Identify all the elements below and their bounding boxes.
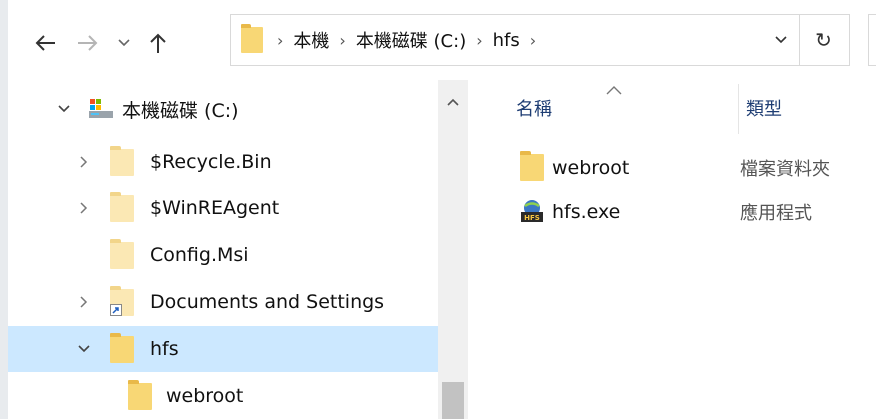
forward-button[interactable] [73,28,103,58]
chevron-right-icon[interactable] [74,292,94,312]
column-header-type[interactable]: 類型 [746,80,782,136]
address-bar[interactable]: › 本機 › 本機磁碟 (C:) › hfs › [230,14,800,66]
file-name: hfs.exe [552,201,621,223]
tree-item-label: Config.Msi [150,244,249,266]
breadcrumb: › 本機 › 本機磁碟 (C:) › hfs › [241,15,536,65]
tree-item-label: webroot [166,385,244,407]
navigation-toolbar: › 本機 › 本機磁碟 (C:) › hfs › ↻ [8,0,876,80]
address-history-button[interactable] [761,15,801,65]
column-divider[interactable] [738,84,739,134]
folder-icon [110,333,134,363]
folder-icon [110,239,134,269]
column-header-label: 類型 [746,99,782,120]
folder-icon [128,380,152,410]
file-row-webroot[interactable]: webroot 檔案資料夾 [520,150,870,186]
folder-icon [241,24,263,53]
tree-item-label: $Recycle.Bin [150,151,272,173]
sort-ascending-icon [606,86,622,95]
chevron-down-icon[interactable] [54,99,74,119]
tree-item-winreagent[interactable]: $WinREAgent [8,185,438,231]
tree-item-recycle-bin[interactable]: $Recycle.Bin [8,139,438,185]
tree-item-webroot[interactable]: webroot [8,373,438,419]
breadcrumb-this-pc[interactable]: 本機 [293,27,329,53]
refresh-icon: ↻ [815,28,832,52]
back-button[interactable] [30,28,60,58]
tree-item-config-msi[interactable]: Config.Msi [8,232,438,278]
folder-icon [520,151,544,181]
up-button[interactable] [143,28,173,58]
file-type: 檔案資料夾 [740,159,830,180]
breadcrumb-local-disk[interactable]: 本機磁碟 (C:) [356,27,466,53]
tree-item-hfs[interactable]: hfs [8,326,438,372]
folder-icon [110,146,134,176]
file-list-pane: 名稱 類型 webroot 檔案資料夾 HFS hfs.exe 應用程式 [468,80,876,419]
column-header-label: 名稱 [516,99,552,120]
recent-locations-button[interactable] [114,28,134,58]
folder-icon [110,192,134,222]
navigation-pane: 本機磁碟 (C:) $Recycle.Bin $WinREAgent Confi… [8,80,468,419]
file-explorer-window: › 本機 › 本機磁碟 (C:) › hfs › ↻ 本機磁碟 (C:) $Re… [8,0,876,419]
column-header-name[interactable]: 名稱 [516,80,552,136]
file-type: 應用程式 [740,203,812,224]
file-name: webroot [552,157,630,179]
scroll-thumb[interactable] [442,382,464,419]
tree-item-label: Documents and Settings [150,291,385,313]
chevron-down-icon [118,39,130,47]
search-box[interactable] [868,14,876,66]
shortcut-folder-icon [110,286,134,316]
chevron-right-icon[interactable] [74,152,94,172]
arrow-left-icon [35,35,55,51]
drive-icon [88,98,114,125]
scroll-up-button[interactable] [438,92,468,112]
arrow-up-icon [150,33,166,53]
tree-item-local-disk[interactable]: 本機磁碟 (C:) [8,86,438,132]
breadcrumb-separator: › [277,30,284,50]
file-row-hfs-exe[interactable]: HFS hfs.exe 應用程式 [520,194,870,230]
chevron-right-icon[interactable] [74,198,94,218]
navigation-scrollbar[interactable] [438,80,468,419]
breadcrumb-hfs[interactable]: hfs [493,30,520,51]
svg-text:HFS: HFS [524,214,540,222]
breadcrumb-separator[interactable]: › [530,31,536,50]
tree-item-label: $WinREAgent [150,197,280,219]
tree-item-documents-and-settings[interactable]: Documents and Settings [8,279,438,325]
breadcrumb-separator: › [476,30,483,50]
chevron-down-icon[interactable] [74,339,94,359]
chevron-down-icon [775,36,787,44]
chevron-up-icon [447,98,459,106]
refresh-button[interactable]: ↻ [798,14,850,66]
breadcrumb-separator: › [339,30,346,50]
arrow-right-icon [78,35,98,51]
tree-item-label: hfs [150,338,179,360]
hfs-app-icon: HFS [520,199,544,228]
tree-item-label: 本機磁碟 (C:) [122,99,239,122]
